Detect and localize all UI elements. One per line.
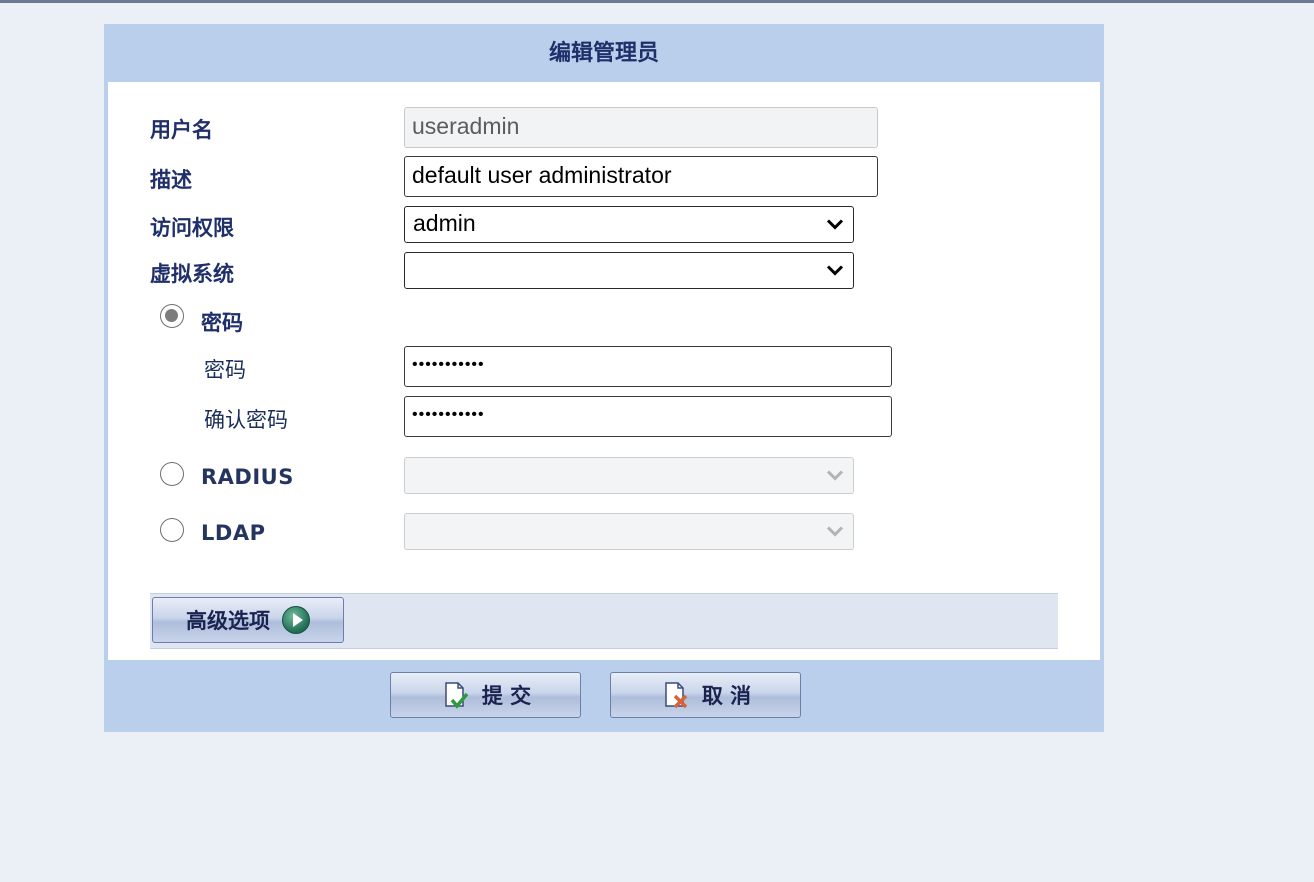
- chevron-down-icon: [826, 265, 844, 276]
- radius-profile-select[interactable]: [404, 457, 854, 494]
- access-select[interactable]: admin: [404, 206, 854, 243]
- password-label: 密码: [204, 358, 246, 382]
- password-input[interactable]: •••••••••••: [404, 346, 892, 387]
- submit-button[interactable]: 提 交: [390, 672, 581, 718]
- document-cancel-icon: [665, 682, 688, 709]
- auth-password-label: 密码: [201, 311, 243, 335]
- vsys-select[interactable]: [404, 252, 854, 289]
- description-label: 描述: [150, 168, 192, 192]
- top-border: [0, 0, 1314, 3]
- edit-admin-dialog: 编辑管理员 用户名 useradmin 描述 default user admi…: [104, 24, 1104, 732]
- cancel-button[interactable]: 取 消: [610, 672, 801, 718]
- confirm-password-input[interactable]: •••••••••••: [404, 396, 892, 437]
- dialog-body: 用户名 useradmin 描述 default user administra…: [108, 82, 1100, 660]
- auth-ldap-label: LDAP: [201, 521, 266, 545]
- dialog-title: 编辑管理员: [548, 41, 659, 66]
- username-label: 用户名: [150, 118, 213, 142]
- description-input[interactable]: default user administrator: [404, 156, 878, 197]
- ldap-profile-select[interactable]: [404, 513, 854, 550]
- auth-radius-radio[interactable]: [160, 462, 184, 486]
- advanced-options-label: 高级选项: [186, 609, 270, 633]
- play-circle-icon: [282, 606, 310, 634]
- advanced-options-button[interactable]: 高级选项: [152, 597, 344, 643]
- chevron-down-icon: [826, 470, 844, 481]
- access-select-value: admin: [413, 210, 476, 236]
- chevron-down-icon: [826, 219, 844, 230]
- confirm-password-label: 确认密码: [204, 408, 288, 432]
- vsys-label: 虚拟系统: [150, 262, 234, 286]
- advanced-options-bar: 高级选项: [150, 593, 1058, 649]
- username-input[interactable]: useradmin: [404, 107, 878, 148]
- document-check-icon: [445, 682, 469, 709]
- cancel-label: 取 消: [701, 684, 752, 708]
- access-label: 访问权限: [150, 216, 234, 240]
- auth-password-radio[interactable]: [160, 304, 184, 328]
- submit-label: 提 交: [481, 684, 532, 708]
- auth-ldap-radio[interactable]: [160, 518, 184, 542]
- auth-radius-label: RADIUS: [201, 465, 294, 489]
- chevron-down-icon: [826, 526, 844, 537]
